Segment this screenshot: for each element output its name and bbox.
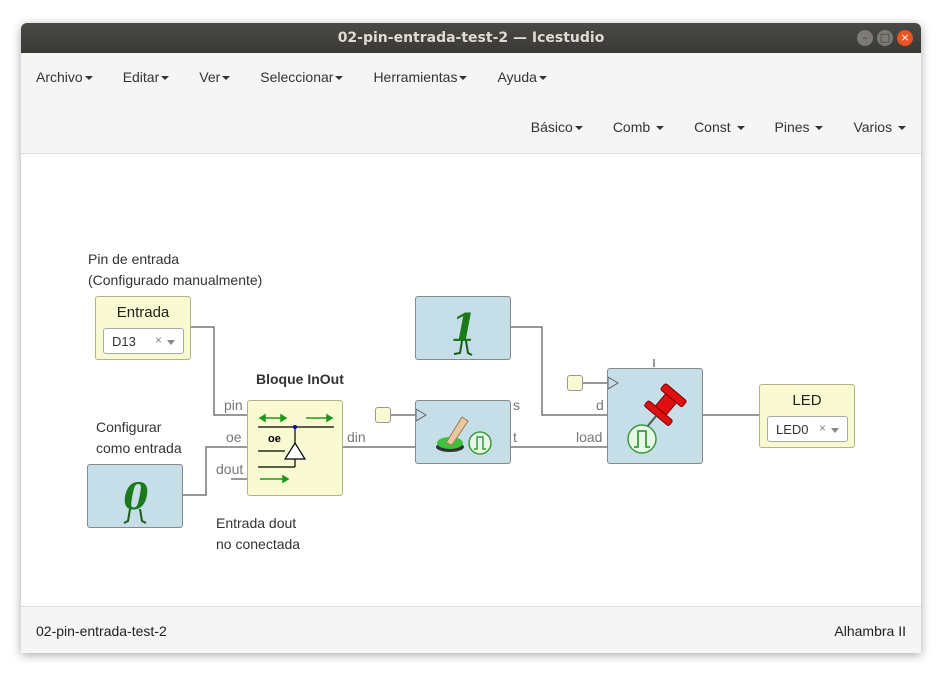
app-window: 02-pin-entrada-test-2 — Icestudio – □ × … [21,23,921,653]
wires [183,326,759,496]
comment-line: Configurar [96,419,162,435]
block-categories: Básico Comb Const Pines Varios [516,115,921,141]
output-block-led[interactable]: LED LED0 × [759,384,855,448]
comment-line: Entrada dout [216,515,297,531]
pin-select-entrada[interactable]: D13 × [103,328,184,354]
select-value: LED0 [776,422,809,437]
design-canvas[interactable]: Pin de entrada (Configurado manualmente)… [21,154,921,606]
toggle-block[interactable] [415,400,511,464]
category-label: Comb [612,119,651,135]
caret-down-icon [574,126,583,131]
inout-title: Bloque InOut [256,371,344,387]
board-name[interactable]: Alhambra II [834,623,906,639]
zero-character-icon: 0 [123,476,149,524]
caret-down-icon [656,126,665,131]
port-d: d [596,397,604,413]
menu-editar[interactable]: Editar [108,65,185,91]
caret-down-icon [84,76,93,81]
caret-down-icon [222,76,231,81]
input-block-entrada[interactable]: Entrada D13 × [95,296,191,360]
project-name: 02-pin-entrada-test-2 [36,623,167,639]
window-title: 02-pin-entrada-test-2 — Icestudio [337,30,605,46]
menu-label: Seleccionar [260,69,334,85]
category-comb[interactable]: Comb [598,115,679,141]
comment-line: Pin de entrada [88,251,180,267]
caret-down-icon [335,76,344,81]
category-basico[interactable]: Básico [516,115,598,141]
oe-inner-label: oe [268,433,281,445]
port-s: s [513,397,520,413]
menu-label: Ver [199,69,221,85]
comment-line: como entrada [96,440,182,456]
caret-down-icon [161,76,170,81]
comment-line: (Configurado manualmente) [88,272,263,288]
menu-label: Herramientas [373,69,458,85]
category-label: Básico [530,119,573,135]
port-pin: pin [224,397,243,413]
chevron-down-icon[interactable] [167,340,175,345]
menu-label: Archivo [36,69,83,85]
toggle-switch-icon [415,408,492,455]
menu-herramientas[interactable]: Herramientas [358,65,482,91]
category-pines[interactable]: Pines [760,115,839,141]
clear-icon[interactable]: × [819,421,826,435]
minimize-button[interactable]: – [857,30,873,46]
menu-label: Ayuda [497,69,537,85]
port-t: t [513,429,517,445]
category-label: Const [694,119,731,135]
wire-one-d [510,326,607,416]
port-dout: dout [216,461,244,477]
port-oe: oe [226,429,242,445]
block-name: Entrada [116,304,170,321]
chevron-down-icon[interactable] [831,428,839,433]
clock-input-dff[interactable] [567,375,583,391]
title-bar: 02-pin-entrada-test-2 — Icestudio – □ × [21,23,921,53]
port-din: din [347,429,366,445]
menu-ver[interactable]: Ver [184,65,245,91]
pin-select-led[interactable]: LED0 × [767,416,848,442]
category-label: Pines [774,119,810,135]
register-block[interactable] [607,368,703,464]
pushpin-icon [607,376,687,454]
inout-block[interactable]: oe [247,400,343,496]
constant-zero-block[interactable]: 0 [87,464,183,528]
category-label: Varios [853,119,893,135]
pin-comment: Pin de entrada (Configurado manualmente) [88,249,262,291]
caret-down-icon [538,76,547,81]
caret-down-icon [736,126,745,131]
category-const[interactable]: Const [679,115,759,141]
close-button[interactable]: × [897,30,913,46]
port-load: load [576,429,603,445]
caret-down-icon [459,76,468,81]
block-name: LED [792,392,822,409]
zero-glyph: 0 [123,476,148,518]
menu-label: Editar [122,69,160,85]
menu-bar: Archivo Editar Ver Seleccionar Herramien… [21,53,921,154]
menu-seleccionar[interactable]: Seleccionar [245,65,358,91]
menu-archivo[interactable]: Archivo [21,65,108,91]
category-varios[interactable]: Varios [838,115,921,141]
clock-input-toggle[interactable] [375,407,391,423]
status-bar: 02-pin-entrada-test-2 Alhambra II [21,606,921,653]
one-glyph: 1 [451,305,477,350]
clear-icon[interactable]: × [155,333,162,347]
dout-comment: Entrada dout no conectada [216,513,300,555]
one-character-icon: 1 [451,305,477,356]
constant-one-block[interactable]: 1 [415,296,511,360]
caret-down-icon [898,126,906,131]
config-comment: Configurar como entrada [96,417,182,459]
caret-down-icon [815,126,824,131]
window-controls: – □ × [857,30,913,46]
menu-ayuda[interactable]: Ayuda [482,65,561,91]
inout-diagram-icon: oe [258,413,334,484]
select-value: D13 [112,334,136,349]
maximize-button[interactable]: □ [877,30,893,46]
comment-line: no conectada [216,536,301,552]
main-menu: Archivo Editar Ver Seleccionar Herramien… [21,65,562,91]
